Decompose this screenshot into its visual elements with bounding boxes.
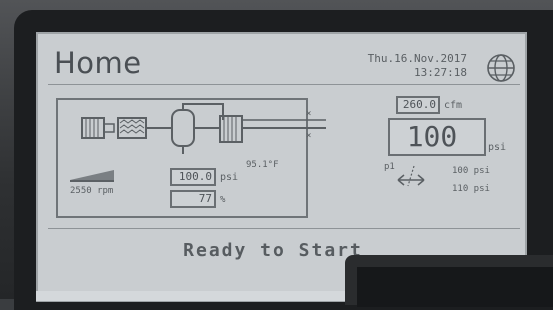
speed-ramp-icon [70,170,114,182]
pressure-setpoint-field[interactable]: 100.0 [170,168,216,186]
foreground-device [345,255,553,307]
pressure-range-icon [397,165,425,187]
filter-icon [117,117,147,139]
flow-field[interactable]: 260.0 [396,96,440,114]
main-pressure-display: 100 [388,118,486,156]
page-title: Home [54,46,142,80]
pressure-high: 110 psi [452,184,490,194]
flow-unit: cfm [444,100,463,111]
percent-field[interactable]: 77 [170,190,216,208]
status-divider [48,228,520,229]
datetime: Thu.16.Nov.2017 13:27:18 [368,52,467,80]
rpm-value: 2550 rpm [70,186,114,196]
svg-text:×: × [306,131,311,141]
percent-unit: % [220,195,226,205]
globe-icon[interactable] [485,52,517,84]
pressure-low: 100 psi [452,166,490,176]
compressor-diagram-panel: × × 95.1°F 2550 rpm 100.0 psi 77 % [56,98,326,218]
time-text: 13:27:18 [414,66,467,79]
main-pressure-unit: psi [488,142,507,153]
motor-icon [81,117,115,139]
date-text: Thu.16.Nov.2017 [367,52,467,65]
lower-panel-edge [36,291,356,301]
pressure-unit: psi [220,172,239,183]
temperature-value: 95.1°F [246,160,279,170]
svg-text:×: × [306,109,311,119]
header-divider [48,84,520,85]
